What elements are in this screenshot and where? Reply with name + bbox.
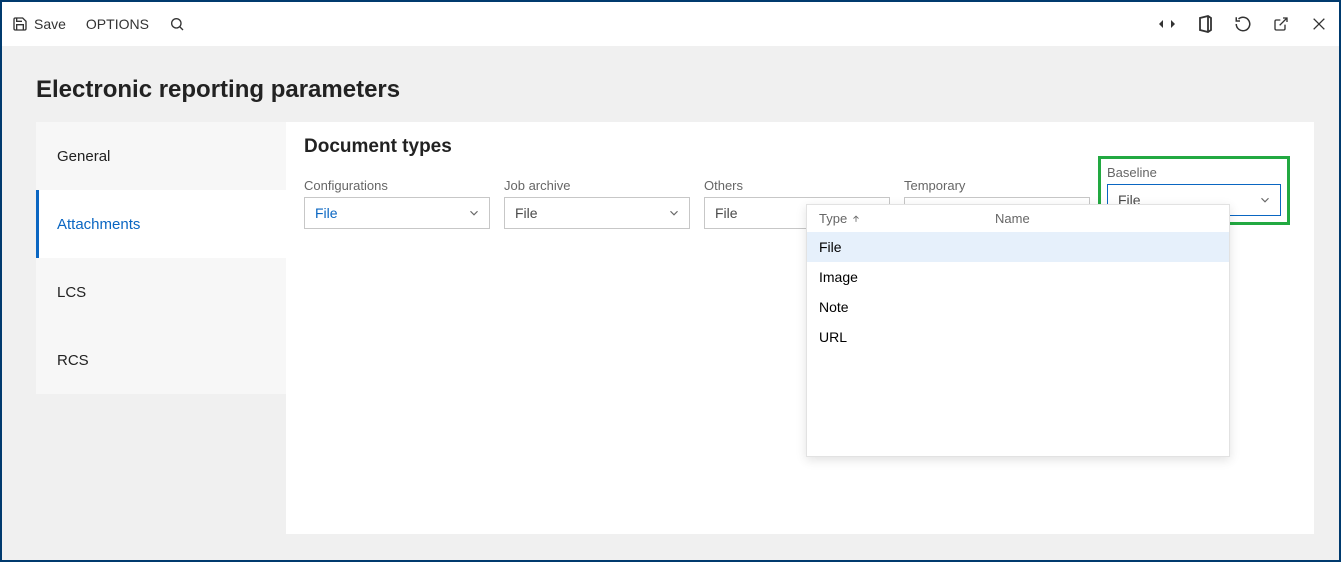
tab-general[interactable]: General	[36, 122, 286, 190]
combo-value: File	[515, 205, 538, 221]
flyout-col-type[interactable]: Type	[819, 211, 995, 226]
tab-lcs[interactable]: LCS	[36, 258, 286, 326]
field-job-archive: Job archive File	[504, 178, 690, 247]
field-configurations: Configurations File	[304, 178, 490, 247]
combo-value: File	[715, 205, 738, 221]
sidebar: General Attachments LCS RCS	[36, 122, 286, 394]
combo-value: File	[315, 205, 338, 221]
tab-label: Attachments	[57, 216, 140, 233]
section-title: Document types	[304, 136, 1296, 158]
popout-icon[interactable]	[1271, 14, 1291, 34]
chevron-down-icon	[1258, 193, 1272, 207]
option-label: URL	[819, 329, 847, 345]
search-icon	[169, 16, 185, 32]
tab-label: General	[57, 148, 110, 165]
tab-attachments[interactable]: Attachments	[36, 190, 286, 258]
search-button[interactable]	[169, 16, 185, 32]
dropdown-option[interactable]: Note	[807, 292, 1229, 322]
field-label: Temporary	[904, 178, 1090, 193]
body-area: General Attachments LCS RCS Document typ…	[36, 122, 1339, 550]
dropdown-flyout: Type Name File Image Note URL	[806, 204, 1230, 457]
connector-icon[interactable]	[1157, 14, 1177, 34]
col-type-label: Type	[819, 211, 847, 226]
flyout-header: Type Name	[807, 205, 1229, 232]
tab-label: LCS	[57, 284, 86, 301]
field-label: Configurations	[304, 178, 490, 193]
save-button[interactable]: Save	[12, 16, 66, 32]
tab-rcs[interactable]: RCS	[36, 326, 286, 394]
chevron-down-icon	[467, 206, 481, 220]
page-title: Electronic reporting parameters	[36, 76, 1339, 104]
option-label: File	[819, 239, 842, 255]
field-label: Baseline	[1107, 165, 1281, 180]
toolbar-right	[1157, 14, 1329, 34]
option-label: Image	[819, 269, 858, 285]
chevron-down-icon	[667, 206, 681, 220]
dropdown-option[interactable]: Image	[807, 262, 1229, 292]
col-name-label: Name	[995, 211, 1030, 226]
close-icon[interactable]	[1309, 14, 1329, 34]
tab-label: RCS	[57, 352, 89, 369]
dropdown-option[interactable]: File	[807, 232, 1229, 262]
refresh-icon[interactable]	[1233, 14, 1253, 34]
toolbar: Save OPTIONS	[2, 2, 1339, 46]
horizontal-scrollbar[interactable]	[286, 534, 1314, 550]
office-icon[interactable]	[1195, 14, 1215, 34]
sort-asc-icon	[851, 214, 861, 224]
configurations-dropdown[interactable]: File	[304, 197, 490, 229]
save-icon	[12, 16, 28, 32]
options-button[interactable]: OPTIONS	[86, 16, 149, 32]
save-label: Save	[34, 16, 66, 32]
field-label: Others	[704, 178, 890, 193]
flyout-col-name[interactable]: Name	[995, 211, 1030, 226]
option-label: Note	[819, 299, 849, 315]
dropdown-option[interactable]: URL	[807, 322, 1229, 352]
main-panel: Document types Configurations File Job a…	[286, 122, 1314, 550]
flyout-body: File Image Note URL	[807, 232, 1229, 456]
options-label: OPTIONS	[86, 16, 149, 32]
field-label: Job archive	[504, 178, 690, 193]
job-archive-dropdown[interactable]: File	[504, 197, 690, 229]
toolbar-left: Save OPTIONS	[12, 16, 185, 32]
